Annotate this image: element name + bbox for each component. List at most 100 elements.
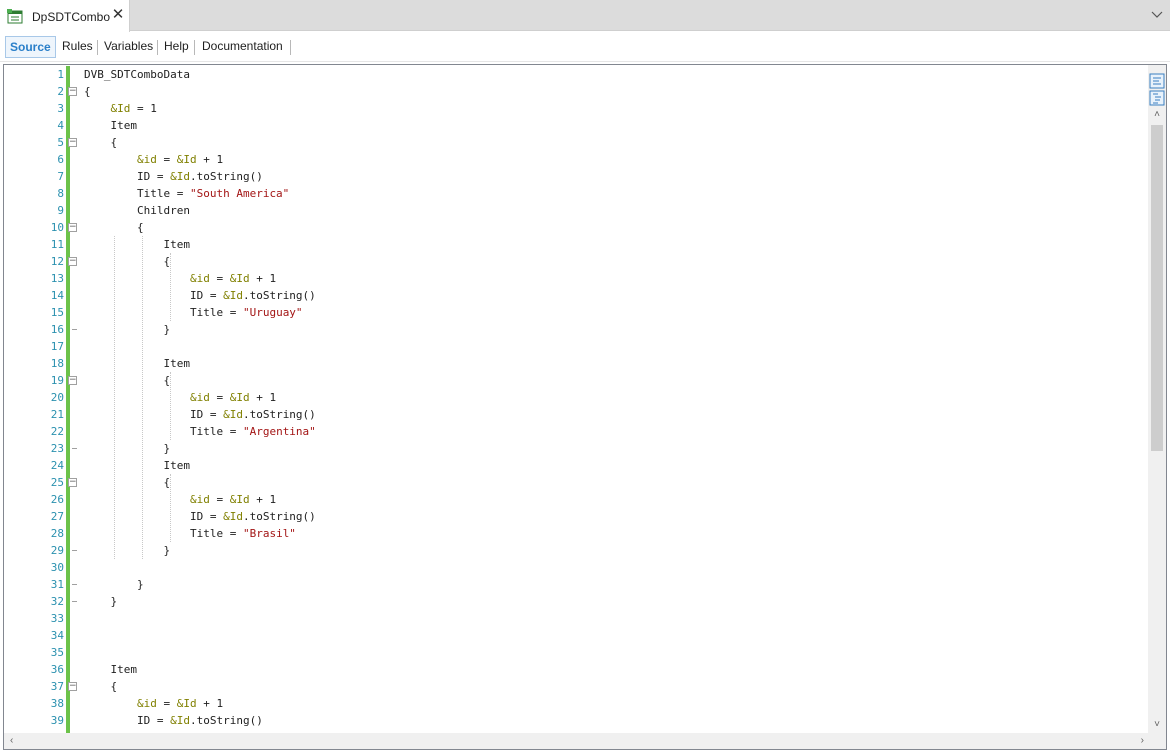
code-line[interactable]: 3 &Id = 1 [4,100,1148,117]
variable-token: &Id [229,272,250,285]
code-line[interactable]: 14 ID = &Id.toString() [4,287,1148,304]
variable-token: &Id [229,493,250,506]
line-number: 20 [50,391,64,404]
code-line[interactable]: 18 Item [4,355,1148,372]
code-line[interactable]: 21 ID = &Id.toString() [4,406,1148,423]
code-line[interactable]: 32 } [4,593,1148,610]
document-tab[interactable]: DpSDTCombo ✕ [0,0,130,32]
code-line[interactable]: 25− { [4,474,1148,491]
code-line[interactable]: 7 ID = &Id.toString() [4,168,1148,185]
code-line[interactable]: 19− { [4,372,1148,389]
code-line[interactable]: 13 &id = &Id + 1 [4,270,1148,287]
indent-guide [114,236,115,559]
code-line[interactable]: 30 [4,559,1148,576]
code-line[interactable]: 12− { [4,253,1148,270]
code-line[interactable]: 35 [4,644,1148,661]
code-text: Item [84,459,190,472]
scroll-down-icon[interactable]: ˅ [1151,719,1163,731]
code-line[interactable]: 17 [4,338,1148,355]
variable-token: &id [189,391,210,404]
scroll-left-icon[interactable]: ‹ [10,735,13,746]
code-line[interactable]: 10− { [4,219,1148,236]
change-marker [66,457,70,474]
fold-toggle-icon[interactable]: − [68,257,77,266]
fold-toggle-icon[interactable]: − [68,138,77,147]
tab-help[interactable]: Help [160,36,193,58]
string-token: "Uruguay" [242,306,303,319]
code-line[interactable]: 15 Title = "Uruguay" [4,304,1148,321]
scroll-right-icon[interactable]: › [1141,735,1144,746]
line-number: 14 [50,289,64,302]
change-marker [66,304,70,321]
code-line[interactable]: 2−{ [4,83,1148,100]
code-line[interactable]: 36 Item [4,661,1148,678]
scrollbar-thumb[interactable] [1151,125,1163,451]
fold-toggle-icon[interactable]: − [68,478,77,487]
line-number: 19 [50,374,64,387]
line-number: 32 [50,595,64,608]
change-marker [66,321,70,338]
code-line[interactable]: 11 Item [4,236,1148,253]
change-marker [66,185,70,202]
variable-token: &Id [229,391,250,404]
code-line[interactable]: 23 } [4,440,1148,457]
horizontal-scrollbar[interactable]: ‹ › [4,733,1148,749]
vertical-scrollbar[interactable]: ˄ ˅ [1148,65,1166,733]
fold-toggle-icon[interactable]: − [68,223,77,232]
tab-source[interactable]: Source [5,36,56,58]
code-text: &id = &Id + 1 [189,391,277,404]
code-line[interactable]: 26 &id = &Id + 1 [4,491,1148,508]
code-line[interactable]: 22 Title = "Argentina" [4,423,1148,440]
code-line[interactable]: 33 [4,610,1148,627]
chevron-down-icon[interactable] [1150,8,1164,22]
fold-toggle-icon[interactable]: − [68,376,77,385]
code-line[interactable]: 28 Title = "Brasil" [4,525,1148,542]
code-area[interactable]: 1 DVB_SDTComboData 2−{3 &Id = 14 Item 5− {6… [4,65,1148,733]
tab-rules[interactable]: Rules [58,36,97,58]
code-map-icon[interactable] [1149,90,1165,106]
part-toolbar: Source Rules Variables Help Documentatio… [0,32,1170,62]
fold-toggle-icon[interactable]: − [68,87,77,96]
variable-token: &Id [223,289,243,302]
line-number: 33 [50,612,64,625]
change-marker [66,287,70,304]
code-line[interactable]: 37− { [4,678,1148,695]
document-tab-title: DpSDTCombo [32,10,111,24]
code-text: Item [84,663,137,676]
line-number: 18 [50,357,64,370]
scroll-up-icon[interactable]: ˄ [1151,109,1163,121]
code-line[interactable]: 38 &id = &Id + 1 [4,695,1148,712]
code-line[interactable]: 16 } [4,321,1148,338]
change-marker [66,168,70,185]
outline-view-icon[interactable] [1149,73,1165,89]
fold-toggle-icon[interactable]: − [68,682,77,691]
close-icon[interactable]: ✕ [110,6,126,24]
string-token: "Argentina" [242,425,316,438]
change-marker [66,202,70,219]
line-number: 15 [50,306,64,319]
code-line[interactable]: 27 ID = &Id.toString() [4,508,1148,525]
tab-documentation[interactable]: Documentation [198,36,287,58]
tab-variables[interactable]: Variables [100,36,157,58]
fold-end-marker [72,601,77,602]
code-line[interactable]: 9 Children [4,202,1148,219]
change-marker [66,508,70,525]
code-line[interactable]: 34 [4,627,1148,644]
code-line[interactable]: 5− { [4,134,1148,151]
code-line[interactable]: 20 &id = &Id + 1 [4,389,1148,406]
code-line[interactable]: 8 Title = "South America" [4,185,1148,202]
tab-separator [194,40,195,55]
code-text: &id = &Id + 1 [136,153,224,166]
line-number: 22 [50,425,64,438]
code-line[interactable]: 39 ID = &Id.toString() [4,712,1148,729]
code-line[interactable]: 31 } [4,576,1148,593]
code-line[interactable]: 6 &id = &Id + 1 [4,151,1148,168]
line-number: 2 [57,85,64,98]
code-line[interactable]: 1 DVB_SDTComboData [4,66,1148,83]
code-line[interactable]: 4 Item [4,117,1148,134]
line-number: 30 [50,561,64,574]
code-line[interactable]: 24 Item [4,457,1148,474]
code-text: } [84,544,171,557]
code-line[interactable]: 29 } [4,542,1148,559]
source-editor[interactable]: 1 DVB_SDTComboData 2−{3 &Id = 14 Item 5− {6… [3,64,1167,750]
